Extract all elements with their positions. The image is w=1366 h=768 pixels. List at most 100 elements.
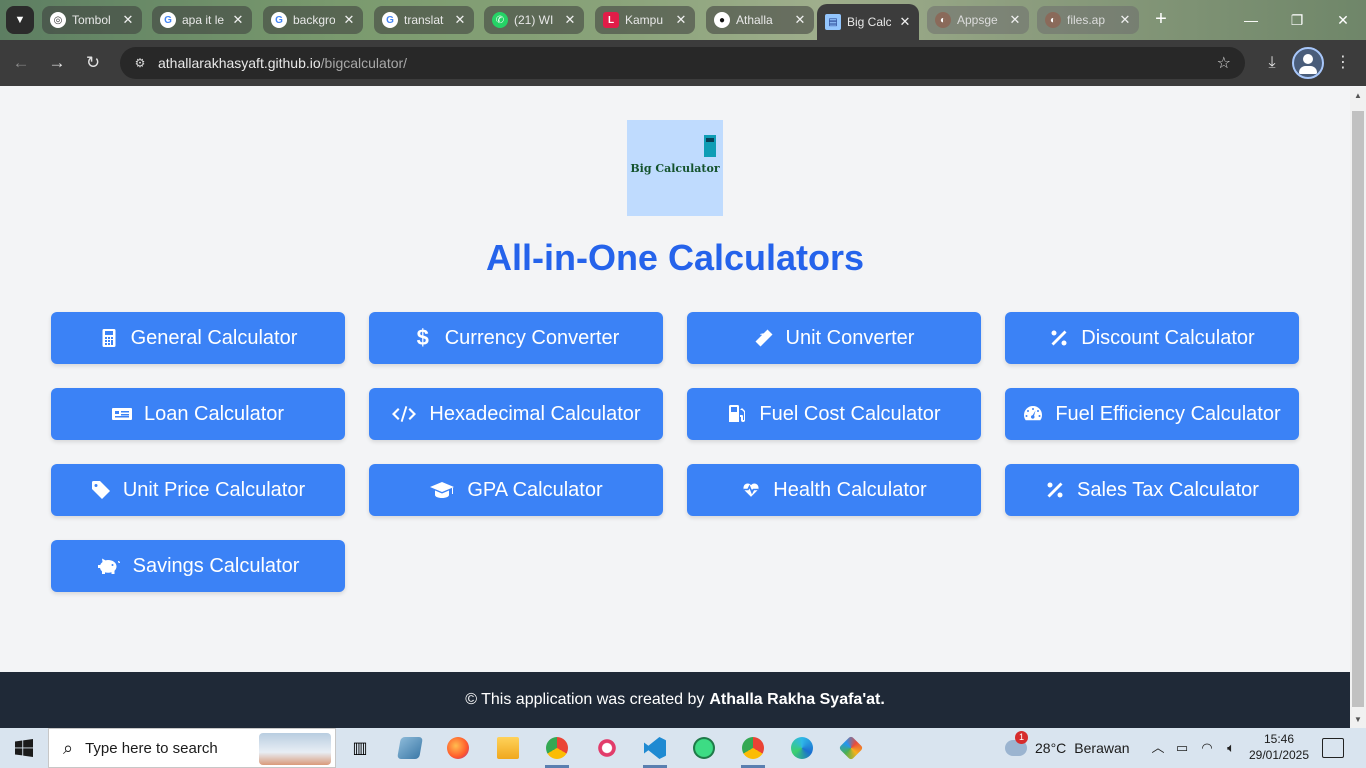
search-highlight-image	[259, 733, 331, 765]
battery-icon[interactable]: ▭	[1172, 738, 1192, 758]
scroll-down-arrow-icon[interactable]: ▼	[1353, 715, 1363, 724]
wifi-icon[interactable]: ◠	[1197, 738, 1217, 758]
kebab-menu-icon: ⋮	[1335, 54, 1351, 71]
plus-icon: +	[1155, 8, 1167, 30]
browser-tab[interactable]: ◐ files.ap ✕	[1037, 6, 1139, 34]
gpa-calculator-button[interactable]: GPA Calculator	[369, 464, 663, 516]
close-icon[interactable]: ✕	[1117, 12, 1133, 28]
tab-title: Tombol	[72, 13, 111, 27]
app-logo: Big Calculator	[627, 120, 723, 216]
sales-tax-calculator-button[interactable]: Sales Tax Calculator	[1005, 464, 1299, 516]
unit-converter-button[interactable]: Unit Converter	[687, 312, 981, 364]
button-label: Fuel Cost Calculator	[759, 402, 941, 425]
loan-calculator-button[interactable]: Loan Calculator	[51, 388, 345, 440]
browser-tab[interactable]: ● Athalla ✕	[706, 6, 814, 34]
profile-avatar[interactable]	[1292, 47, 1324, 79]
logo-text: Big Calculator	[630, 161, 720, 175]
browser-tab[interactable]: ✆ (21) WI ✕	[484, 6, 584, 34]
page-scrollbar[interactable]: ▲ ▼	[1350, 87, 1366, 728]
notification-center-icon[interactable]	[1322, 738, 1344, 758]
tab-search-menu-button[interactable]: ▼	[6, 6, 34, 34]
taskbar-app-snipping[interactable]	[587, 732, 627, 764]
downloads-button[interactable]: ⤓	[1259, 50, 1285, 76]
browser-tab[interactable]: G translat ✕	[374, 6, 474, 34]
calculator-icon	[99, 328, 119, 348]
unit-price-calculator-button[interactable]: Unit Price Calculator	[51, 464, 345, 516]
taskbar-app-edge[interactable]	[782, 732, 822, 764]
edge-icon	[791, 737, 813, 759]
fuel-cost-calculator-button[interactable]: Fuel Cost Calculator	[687, 388, 981, 440]
close-icon[interactable]: ✕	[120, 12, 136, 28]
scroll-up-arrow-icon[interactable]: ▲	[1353, 91, 1363, 100]
address-bar[interactable]: ⚙ athallarakhasyaft.github.io/bigcalcula…	[120, 47, 1245, 79]
appsgeyser-icon: ◐	[1045, 12, 1061, 28]
taskbar-app-notes[interactable]	[390, 732, 430, 764]
button-label: Unit Converter	[785, 326, 915, 349]
close-icon[interactable]: ✕	[673, 12, 689, 28]
browser-toolbar: ← → ↻ ⚙ athallarakhasyaft.github.io/bigc…	[0, 40, 1366, 86]
taskbar-app-other[interactable]	[831, 732, 871, 764]
url-text[interactable]: athallarakhasyaft.github.io/bigcalculato…	[158, 55, 407, 71]
arrow-right-icon: →	[48, 53, 66, 72]
taskbar-app-file-explorer[interactable]	[488, 732, 528, 764]
close-window-button[interactable]: ✕	[1320, 6, 1366, 34]
browser-tab[interactable]: L Kampu ✕	[595, 6, 695, 34]
new-tab-button[interactable]: +	[1148, 8, 1174, 32]
browser-tab-active[interactable]: ▤ Big Calc ✕	[817, 4, 919, 40]
browser-tab[interactable]: G apa it le ✕	[152, 6, 252, 34]
savings-calculator-button[interactable]: Savings Calculator	[51, 540, 345, 592]
volume-icon[interactable]: 🔈︎	[1221, 738, 1241, 758]
windows-logo-icon	[15, 739, 33, 757]
back-button[interactable]: ←	[8, 50, 34, 76]
tab-title: Kampu	[625, 13, 664, 27]
taskbar-app-vscode[interactable]	[635, 732, 675, 768]
restore-icon: ❐	[1290, 12, 1304, 28]
currency-converter-button[interactable]: $ Currency Converter	[369, 312, 663, 364]
taskbar-app-firefox[interactable]	[438, 732, 478, 764]
browser-menu-button[interactable]: ⋮	[1330, 50, 1356, 76]
site-info-icon[interactable]: ⚙	[130, 53, 150, 73]
close-icon[interactable]: ✕	[230, 12, 246, 28]
close-icon[interactable]: ✕	[897, 14, 913, 30]
start-button[interactable]	[0, 728, 48, 768]
reload-button[interactable]: ↻	[80, 50, 106, 76]
button-label: General Calculator	[130, 326, 298, 349]
browser-tab[interactable]: ◐ Appsge ✕	[927, 6, 1029, 34]
taskbar-app-chrome[interactable]	[537, 732, 577, 768]
vscode-icon	[644, 737, 666, 759]
button-label: Unit Price Calculator	[122, 478, 306, 501]
tray-overflow-chevron-icon[interactable]: ︿	[1148, 738, 1168, 758]
chrome-icon	[546, 737, 568, 759]
task-view-button[interactable]: ▥	[340, 732, 380, 764]
minimize-button[interactable]: —	[1228, 6, 1274, 34]
bookmark-star-icon[interactable]: ☆	[1217, 53, 1231, 73]
general-calculator-button[interactable]: General Calculator	[51, 312, 345, 364]
close-icon[interactable]: ✕	[1007, 12, 1023, 28]
forward-button[interactable]: →	[44, 50, 70, 76]
fuel-efficiency-calculator-button[interactable]: Fuel Efficiency Calculator	[1005, 388, 1299, 440]
close-icon[interactable]: ✕	[341, 12, 357, 28]
weather-widget[interactable]: 1 28°C Berawan	[1005, 728, 1130, 768]
firefox-icon	[447, 737, 469, 759]
discount-calculator-button[interactable]: Discount Calculator	[1005, 312, 1299, 364]
close-icon[interactable]: ✕	[792, 12, 808, 28]
clock-time: 15:46	[1263, 732, 1295, 746]
system-clock[interactable]: 15:46 29/01/2025	[1244, 731, 1314, 763]
scrollbar-thumb[interactable]	[1352, 111, 1364, 707]
browser-tab[interactable]: G backgro ✕	[263, 6, 363, 34]
hexadecimal-calculator-button[interactable]: Hexadecimal Calculator	[369, 388, 663, 440]
taskbar-app-android-studio[interactable]	[684, 732, 724, 764]
taskbar-search[interactable]: ⌕ Type here to search	[48, 728, 336, 768]
restore-button[interactable]: ❐	[1274, 6, 1320, 34]
button-label: Fuel Efficiency Calculator	[1055, 402, 1281, 425]
close-icon[interactable]: ✕	[562, 12, 578, 28]
footer-text: © This application was created by	[465, 691, 705, 708]
close-icon[interactable]: ✕	[452, 12, 468, 28]
button-label: Sales Tax Calculator	[1077, 478, 1259, 501]
health-calculator-button[interactable]: Health Calculator	[687, 464, 981, 516]
clock-date: 29/01/2025	[1248, 748, 1310, 762]
task-view-icon: ▥	[352, 740, 368, 757]
browser-tab[interactable]: ◎ Tombol ✕	[42, 6, 142, 34]
tab-title: (21) WI	[514, 13, 554, 27]
taskbar-app-chrome-2[interactable]	[733, 732, 773, 768]
